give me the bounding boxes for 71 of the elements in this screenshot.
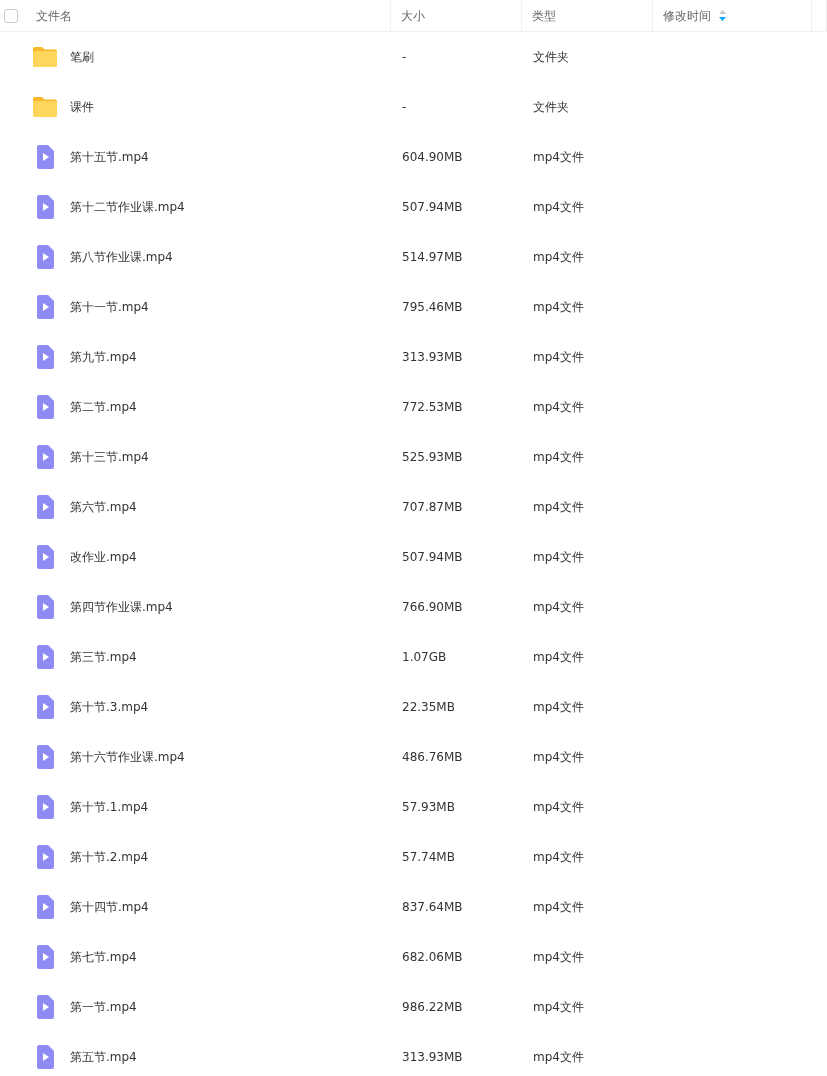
file-size: 507.94MB	[402, 549, 463, 566]
column-header[interactable]: 大小	[401, 6, 425, 25]
file-type: mp4文件	[533, 799, 584, 816]
select-all-checkbox[interactable]	[4, 8, 18, 23]
file-size: 514.97MB	[402, 249, 463, 266]
file-type: mp4文件	[533, 399, 584, 416]
file-name[interactable]: 第十节.2.mp4	[70, 848, 149, 866]
file-size: 525.93MB	[402, 449, 463, 466]
file-size: -	[402, 49, 407, 66]
file-name[interactable]: 第三节.mp4	[70, 648, 137, 666]
file-type: mp4文件	[533, 649, 584, 666]
file-size: 57.93MB	[402, 799, 455, 816]
file-size: 313.93MB	[402, 349, 463, 366]
file-size: 486.76MB	[402, 749, 463, 766]
file-size: 507.94MB	[402, 199, 463, 216]
file-name[interactable]: 第十三节.mp4	[70, 448, 149, 466]
file-type: mp4文件	[533, 449, 584, 466]
file-size: 766.90MB	[402, 599, 463, 616]
file-name[interactable]: 第五节.mp4	[70, 1048, 137, 1066]
file-type: mp4文件	[533, 549, 584, 566]
file-type: mp4文件	[533, 699, 584, 716]
file-type: mp4文件	[533, 249, 584, 266]
sort-icon[interactable]	[719, 10, 726, 21]
file-type: mp4文件	[533, 499, 584, 516]
file-type: mp4文件	[533, 149, 584, 166]
file-name[interactable]: 第十一节.mp4	[70, 298, 149, 316]
file-name[interactable]: 改作业.mp4	[70, 548, 137, 566]
file-size: 986.22MB	[402, 999, 463, 1016]
file-name[interactable]: 第一节.mp4	[70, 998, 137, 1016]
file-type: mp4文件	[533, 299, 584, 316]
file-name[interactable]: 第十节.1.mp4	[70, 798, 149, 816]
file-size: 313.93MB	[402, 1049, 463, 1066]
file-type: mp4文件	[533, 199, 584, 216]
file-name[interactable]: 第六节.mp4	[70, 498, 137, 516]
file-type: 文件夹	[533, 49, 569, 66]
file-name[interactable]: 第十二节作业课.mp4	[70, 198, 185, 216]
file-type: mp4文件	[533, 949, 584, 966]
file-type: mp4文件	[533, 1049, 584, 1066]
file-name[interactable]: 第十五节.mp4	[70, 148, 149, 166]
file-size: 707.87MB	[402, 499, 463, 516]
file-size: 837.64MB	[402, 899, 463, 916]
file-type: mp4文件	[533, 849, 584, 866]
file-type: mp4文件	[533, 599, 584, 616]
file-type: mp4文件	[533, 899, 584, 916]
file-size: 772.53MB	[402, 399, 463, 416]
file-size: 795.46MB	[402, 299, 463, 316]
file-size: -	[402, 99, 407, 116]
file-name[interactable]: 第九节.mp4	[70, 348, 137, 366]
column-header[interactable]: 文件名	[36, 6, 72, 25]
file-size: 1.07GB	[402, 649, 447, 666]
file-name[interactable]: 第十节.3.mp4	[70, 698, 149, 716]
folder-name[interactable]: 笔刷	[70, 48, 94, 66]
file-type: mp4文件	[533, 349, 584, 366]
file-name[interactable]: 第八节作业课.mp4	[70, 248, 173, 266]
file-size: 22.35MB	[402, 699, 455, 716]
file-size: 682.06MB	[402, 949, 463, 966]
column-header[interactable]: 类型	[532, 6, 556, 25]
file-name[interactable]: 第四节作业课.mp4	[70, 598, 173, 616]
file-size: 57.74MB	[402, 849, 455, 866]
file-type: mp4文件	[533, 999, 584, 1016]
file-name[interactable]: 第十六节作业课.mp4	[70, 748, 185, 766]
file-size: 604.90MB	[402, 149, 463, 166]
folder-icon	[32, 94, 58, 120]
folder-name[interactable]: 课件	[70, 98, 94, 116]
column-header[interactable]: 修改时间	[663, 6, 711, 25]
folder-icon	[32, 44, 58, 70]
file-name[interactable]: 第十四节.mp4	[70, 898, 149, 916]
file-type: mp4文件	[533, 749, 584, 766]
file-name[interactable]: 第七节.mp4	[70, 948, 137, 966]
file-name[interactable]: 第二节.mp4	[70, 398, 137, 416]
file-type: 文件夹	[533, 99, 569, 116]
